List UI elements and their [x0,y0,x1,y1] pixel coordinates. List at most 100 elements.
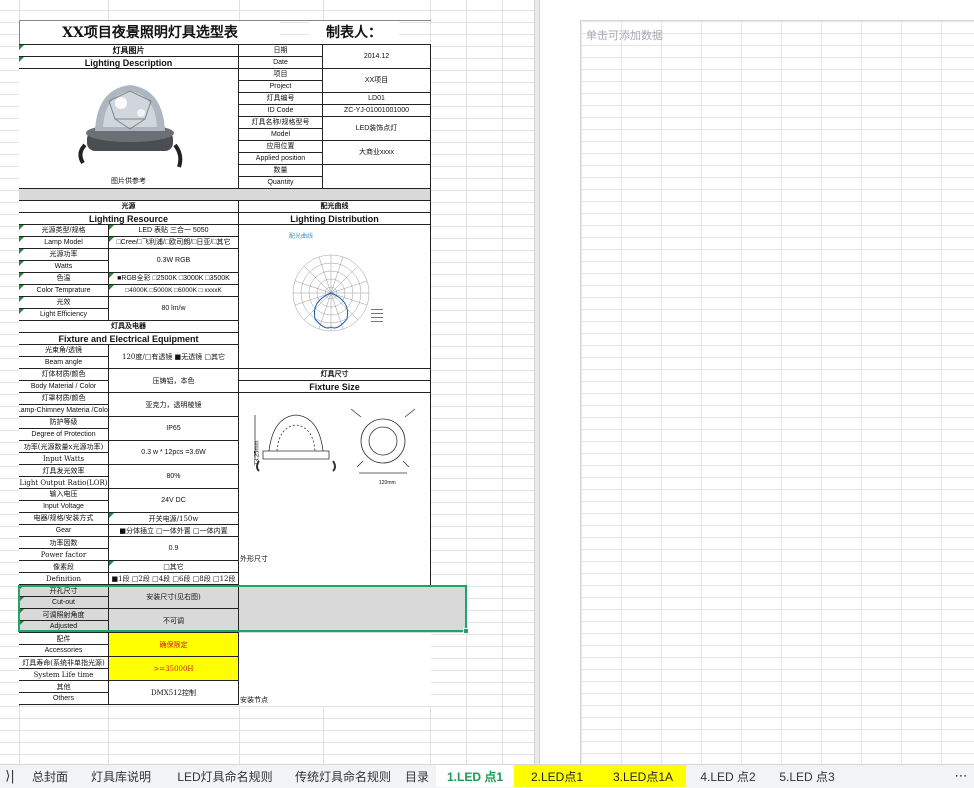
source-label-en: Light Efficiency [19,309,109,321]
fixture-label-en: Light Output Ratio(LOR) [19,477,109,489]
fixture-label-en: Degree of Protection [19,429,109,441]
source-label-cn: 光效 [19,297,109,309]
last-sheet-icon: ⟩| [5,769,15,784]
info-label-en: Date [239,57,323,69]
photo-header-en: Lighting Description [19,57,239,69]
misc-value[interactable]: 确保限定 [109,633,239,657]
sheet-tab[interactable]: 1.LED 点1 [436,765,514,787]
sheet-tab[interactable]: 2.LED点1 [514,765,600,787]
cutout-value[interactable]: 安装尺寸(见右图) [109,585,239,609]
info-value[interactable]: XX项目 [323,69,431,93]
fixture-label-en: Lamp-Chimney Materia /Color [19,405,109,417]
size-caption: 外形尺寸 [240,556,268,563]
sheet-tab[interactable]: 总封面 [20,765,80,787]
fixture-value[interactable]: 开关电源/150w [109,513,239,525]
info-value[interactable]: LD01 [323,93,431,105]
tab-scroll-last-button[interactable]: ⟩| [0,765,20,788]
info-label-cn: 项目 [239,69,323,81]
fixture-value[interactable]: 0.3 w * 12pcs =3.6W [109,441,239,465]
source-value[interactable]: LED 表贴 三合一 5050 [109,225,239,237]
misc-label-cn: 灯具寿命(系统非单指光源) [19,657,109,669]
sheet-tab[interactable]: 传统灯具命名规则 [288,765,398,787]
info-label-en: ID Code [239,105,323,117]
info-value[interactable]: 大商业xxxx [323,141,431,165]
photo-header-cn: 灯具图片 [19,45,239,57]
misc-value[interactable]: >=35000H [109,657,239,681]
fixture-value[interactable]: 压铸铝，本色 [109,369,239,393]
source-value[interactable]: 0.3W RGB [109,249,239,273]
fixture-value-2[interactable]: ■1段 □2段 □4段 □6段 □8段 □12段 [109,573,239,585]
right-grid[interactable] [580,20,974,764]
source-label-cn: 色温 [19,273,109,285]
fixture-label-cn: 灯罩材质/颜色 [19,393,109,405]
info-value[interactable] [323,165,431,189]
cutout-label-en: Adjusted [19,621,109,633]
fixture-value[interactable]: □其它 [109,561,239,573]
dist-header-en: Lighting Distribution [239,213,431,225]
sheet-tab[interactable]: 灯具库说明 [80,765,162,787]
source-value-2[interactable]: □Cree/□飞利浦/□欧司朗/□日亚/□其它 [109,237,239,249]
photo-cell: 图片供参考 [19,69,239,189]
info-value[interactable]: LED装饰点灯 [323,117,431,141]
fixture-value[interactable]: 120度/□有透镜 ■无透镜 □其它 [109,345,239,369]
add-data-placeholder[interactable]: 单击可添加数据 [586,27,663,43]
sheet-tab[interactable]: 5.LED 点3 [770,765,844,787]
fixture-header-cn: 灯具及电器 [19,321,239,333]
sheet-tab[interactable]: 3.LED点1A [600,765,686,787]
more-icon: ⋯ [954,769,968,784]
source-value-2[interactable]: □4000K □5000K □6000K □ xxxxK [109,285,239,297]
author-label: 制表人： [309,22,399,44]
fixture-label-cn: 输入电压 [19,489,109,501]
distribution-cell: 配光曲线 [239,225,431,369]
info-label-cn: 灯具编号 [239,93,323,105]
fixture-label-en: Power factor [19,549,109,561]
fixture-value[interactable]: 24V DC [109,489,239,513]
lighting-selection-form: XX项目夜景照明灯具选型表 制表人： 灯具图片 Lighting Descrip… [19,20,465,706]
cutout-value[interactable]: 不可调 [109,609,239,633]
misc-label-en: Others [19,693,109,705]
fixture-value[interactable]: 亚克力，透明棱镜 [109,393,239,417]
size-header-cn: 灯具尺寸 [239,369,431,381]
fixture-label-en: Input Voltage [19,501,109,513]
fixture-value[interactable]: IP65 [109,417,239,441]
misc-label-cn: 配件 [19,633,109,645]
fixture-label-cn: 光束角/透镜 [19,345,109,357]
photo-note: 图片供参考 [111,178,146,185]
source-value[interactable]: ■RGB全彩 □2500K □3000K □3500K [109,273,239,285]
cutout-label-en: Cut-out [19,597,109,609]
source-label-en: Color Temprature [19,285,109,297]
info-value[interactable]: 2014.12 [323,45,431,69]
source-header-cn: 光源 [19,201,239,213]
misc-label-en: Accessories [19,645,109,657]
fixture-label-cn: 防护等级 [19,417,109,429]
dist-header-cn: 配光曲线 [239,201,431,213]
section-divider [19,189,431,201]
fixture-label-cn: 像素段 [19,561,109,573]
dimension-drawing [254,408,416,474]
source-label-cn: 光源功率 [19,249,109,261]
info-label-cn: 灯具名称/规格型号 [239,117,323,129]
gray-fill [239,585,465,633]
right-pane[interactable]: 单击可添加数据 [540,0,974,764]
fixture-value[interactable]: 0.9 [109,537,239,561]
install-cell: 安装节点 [239,633,431,706]
sheet-tab[interactable]: LED灯具命名规则 [162,765,288,787]
source-label-en: Watts [19,261,109,273]
sheet-tab[interactable]: 目录 [398,765,436,787]
source-header-en: Lighting Resource [19,213,239,225]
info-label-en: Model [239,129,323,141]
sheet-tab[interactable]: 4.LED 点2 [686,765,770,787]
sheet-tab-bar: ⟩| 总封面 灯具库说明 LED灯具命名规则 传统灯具命名规则 目录 1.LED 点1 2.… [0,764,974,788]
misc-label-cn: 其他 [19,681,109,693]
misc-value[interactable]: DMX512控制 [109,681,239,705]
polar-distribution-chart [292,254,383,332]
fixture-value-2[interactable]: ■分体插立 □一体外置 □一体内置 [109,525,239,537]
fixture-label-en: Gear [19,525,109,537]
fixture-label-en: Definition [19,573,109,585]
fixture-value[interactable]: 80% [109,465,239,489]
info-value-2[interactable]: ZC-YJ-01001001000 [323,105,431,117]
fixture-header-en: Fixture and Electrical Equipment [19,333,239,345]
source-value[interactable]: 80 lm/w [109,297,239,321]
more-tabs-button[interactable]: ⋯ [948,765,974,788]
misc-label-en: System Life time [19,669,109,681]
